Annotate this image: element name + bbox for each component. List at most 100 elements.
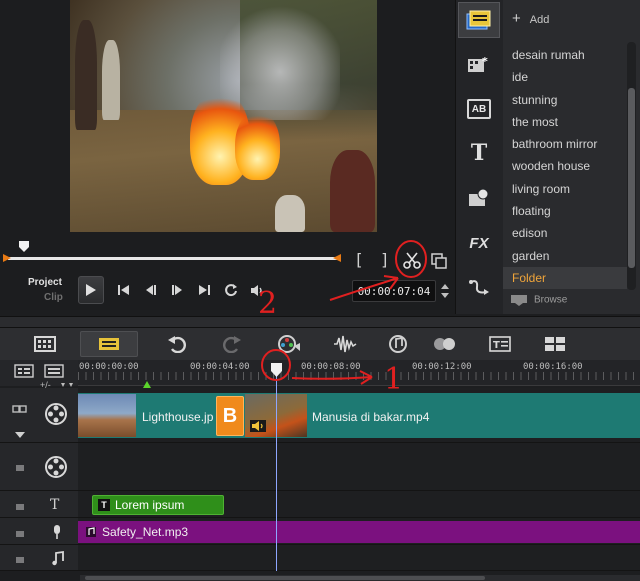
add-folder-button[interactable]: + Add: [512, 10, 549, 27]
track-options-dropdown[interactable]: [14, 430, 26, 438]
library-scroll-thumb[interactable]: [628, 88, 635, 268]
microphone-icon: [54, 525, 60, 539]
svg-text:T: T: [493, 340, 500, 351]
sound-mixer-button[interactable]: [328, 331, 362, 357]
next-frame-button[interactable]: [167, 280, 187, 300]
overlay-track[interactable]: [78, 443, 640, 491]
chapter-icon: [44, 364, 64, 378]
chapter-cue-button[interactable]: [44, 364, 64, 378]
path-icon[interactable]: [463, 272, 495, 302]
title-clip-label: Lorem ipsum: [115, 498, 185, 512]
mark-in-button[interactable]: [: [354, 250, 364, 269]
mark-out-button[interactable]: ]: [380, 250, 390, 269]
redo-icon: [223, 336, 241, 353]
lock-icon: [16, 504, 24, 510]
title-clip[interactable]: T Lorem ipsum: [92, 495, 224, 515]
step-back-icon: [145, 285, 156, 295]
media-icon: [463, 5, 495, 35]
timeline-view-button[interactable]: [80, 331, 138, 357]
track-manager-button[interactable]: [14, 364, 34, 378]
panel-resize-handle[interactable]: [0, 316, 640, 328]
zoom-dropdown[interactable]: [58, 380, 76, 388]
split-clip-button[interactable]: [402, 250, 422, 270]
browse-icon: [511, 295, 527, 306]
play-button[interactable]: [78, 276, 104, 304]
library-folder-item[interactable]: stunning: [503, 89, 627, 111]
title-track-header: [0, 491, 78, 518]
title-clip-icon: T: [98, 499, 110, 511]
transition-icon[interactable]: AB: [463, 94, 495, 124]
stepper-arrows-icon: [441, 284, 449, 298]
library-folder-item[interactable]: the most: [503, 111, 627, 133]
library-folder-item[interactable]: wooden house: [503, 155, 627, 177]
transition-clip[interactable]: B: [216, 396, 244, 436]
title-track-icon: T: [50, 497, 60, 513]
previous-frame-button[interactable]: [140, 280, 160, 300]
library-folder-item[interactable]: garden: [503, 245, 627, 267]
library-folder-item[interactable]: edison: [503, 222, 627, 244]
browse-button[interactable]: Browse: [510, 294, 620, 312]
end-button[interactable]: [194, 280, 214, 300]
clip-mode-label[interactable]: Clip: [44, 292, 63, 303]
title-icon[interactable]: T: [463, 138, 495, 168]
copy-window-icon: [431, 253, 447, 269]
lighthouse-thumbnail[interactable]: [78, 394, 136, 437]
title-lock-toggle[interactable]: [14, 500, 26, 510]
film-reel-icon: [45, 456, 67, 478]
ruler-label: 00:00:00:00: [79, 362, 139, 372]
enlarge-preview-button[interactable]: [430, 252, 448, 270]
home-button[interactable]: [113, 280, 133, 300]
subtitle-icon: T: [489, 336, 511, 352]
scrubber-handle[interactable]: [18, 241, 30, 253]
add-label: Add: [529, 14, 550, 26]
project-mode-label[interactable]: Project: [28, 277, 62, 288]
ruler-ticks: [78, 372, 640, 380]
undo-icon: [168, 336, 186, 353]
overlay-lock-toggle[interactable]: [14, 461, 26, 471]
music-track-header: [0, 545, 78, 571]
playhead-marker[interactable]: [270, 363, 283, 377]
music-lock-toggle[interactable]: [14, 553, 26, 563]
voice-lock-toggle[interactable]: [14, 527, 26, 537]
library-folder-item[interactable]: living room: [503, 178, 627, 200]
timecode-stepper[interactable]: [440, 283, 450, 299]
library-folder-item[interactable]: floating: [503, 200, 627, 222]
chevron-down-icon: [15, 432, 25, 438]
audio-clip[interactable]: Safety_Net.mp3: [78, 521, 640, 543]
spheres-icon: [434, 338, 455, 350]
annotation-label-1: 1: [384, 362, 404, 397]
video-clip-label: Manusia di bakar.mp4: [312, 410, 430, 424]
storyboard-view-button[interactable]: [28, 331, 62, 357]
music-track[interactable]: [78, 545, 640, 571]
library-folder-item[interactable]: ide: [503, 66, 627, 88]
step-forward-icon: [171, 285, 182, 295]
video-preview[interactable]: [70, 0, 377, 232]
library-folder-list: desain rumah ide stunning the most bathroom …: [503, 44, 627, 290]
auto-music-button[interactable]: [381, 331, 415, 357]
record-capture-button[interactable]: [272, 331, 306, 357]
motion-tracking-button[interactable]: [428, 331, 462, 357]
library-folder-item[interactable]: desain rumah: [503, 44, 627, 66]
subtitle-editor-button[interactable]: T: [483, 331, 517, 357]
library-folder-item[interactable]: Folder: [503, 266, 627, 290]
lock-icon: [16, 531, 24, 537]
music-note-icon: [389, 335, 407, 353]
redo-button[interactable]: [215, 331, 249, 357]
timecode-display[interactable]: 00:00:07:04: [352, 280, 436, 302]
scrub-bar[interactable]: [8, 257, 340, 260]
repeat-button[interactable]: [221, 280, 241, 300]
timeline-scroll-thumb[interactable]: [85, 576, 485, 580]
skip-end-icon: [198, 285, 210, 295]
track-visibility-toggle[interactable]: [12, 403, 28, 415]
instant-project-icon[interactable]: *: [463, 50, 495, 80]
library-folder-item[interactable]: bathroom mirror: [503, 133, 627, 155]
playhead-line: [276, 376, 277, 571]
voice-track-header: [0, 518, 78, 545]
multi-camera-button[interactable]: [538, 331, 572, 357]
lock-icon: [16, 465, 24, 471]
lock-icon: [16, 557, 24, 563]
undo-button[interactable]: [160, 331, 194, 357]
fx-icon[interactable]: FX: [463, 228, 495, 258]
graphic-icon[interactable]: [463, 182, 495, 212]
ruler-label: 00:00:04:00: [190, 362, 250, 372]
